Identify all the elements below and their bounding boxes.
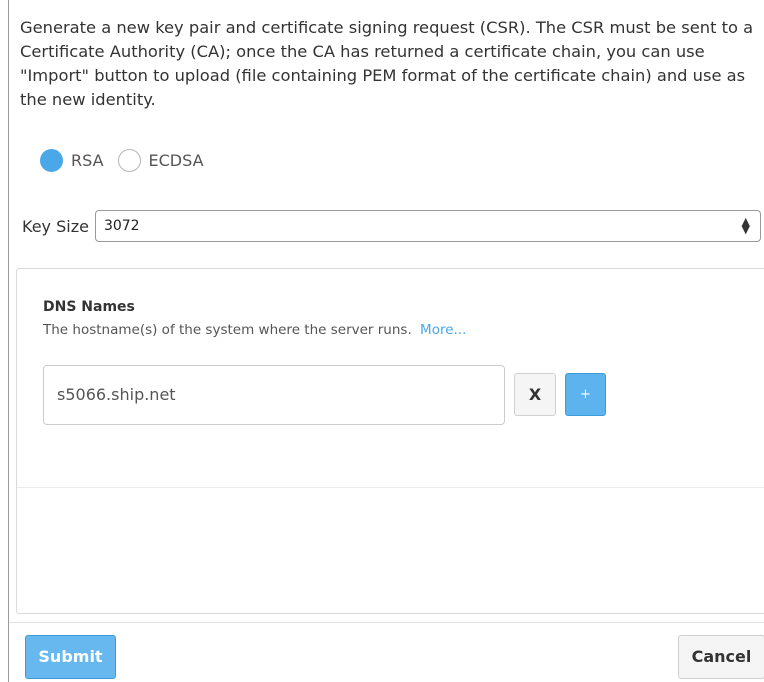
dns-names-description: The hostname(s) of the system where the … — [43, 322, 466, 338]
key-size-row: Key Size 3072 ▲ ▼ — [22, 210, 761, 242]
select-arrows-icon: ▲ ▼ — [741, 211, 749, 241]
panel-divider — [17, 487, 764, 488]
cancel-button[interactable]: Cancel — [678, 635, 764, 679]
csr-dialog: Generate a new key pair and certificate … — [8, 0, 764, 682]
dns-names-title: DNS Names — [43, 299, 135, 315]
rsa-radio-label[interactable]: RSA — [71, 151, 104, 170]
ecdsa-radio-label[interactable]: ECDSA — [149, 151, 204, 170]
ecdsa-radio[interactable] — [117, 148, 141, 172]
dns-names-panel: DNS Names The hostname(s) of the system … — [16, 268, 764, 614]
footer-divider — [9, 622, 764, 623]
key-size-label: Key Size — [22, 216, 89, 236]
remove-dns-button[interactable]: X — [514, 373, 556, 416]
arrow-down-icon: ▼ — [741, 223, 750, 236]
key-type-radio-group: RSA ECDSA — [40, 147, 218, 173]
dns-name-input[interactable]: s5066.ship.net — [43, 365, 505, 425]
add-dns-button[interactable]: + — [565, 373, 606, 416]
more-link[interactable]: More... — [420, 322, 466, 338]
submit-button[interactable]: Submit — [25, 635, 116, 679]
key-size-value: 3072 — [103, 218, 140, 234]
key-size-select[interactable]: 3072 ▲ ▼ — [94, 210, 761, 242]
intro-text: Generate a new key pair and certificate … — [20, 18, 754, 109]
rsa-radio[interactable] — [40, 148, 63, 172]
dns-description-text: The hostname(s) of the system where the … — [43, 322, 412, 338]
